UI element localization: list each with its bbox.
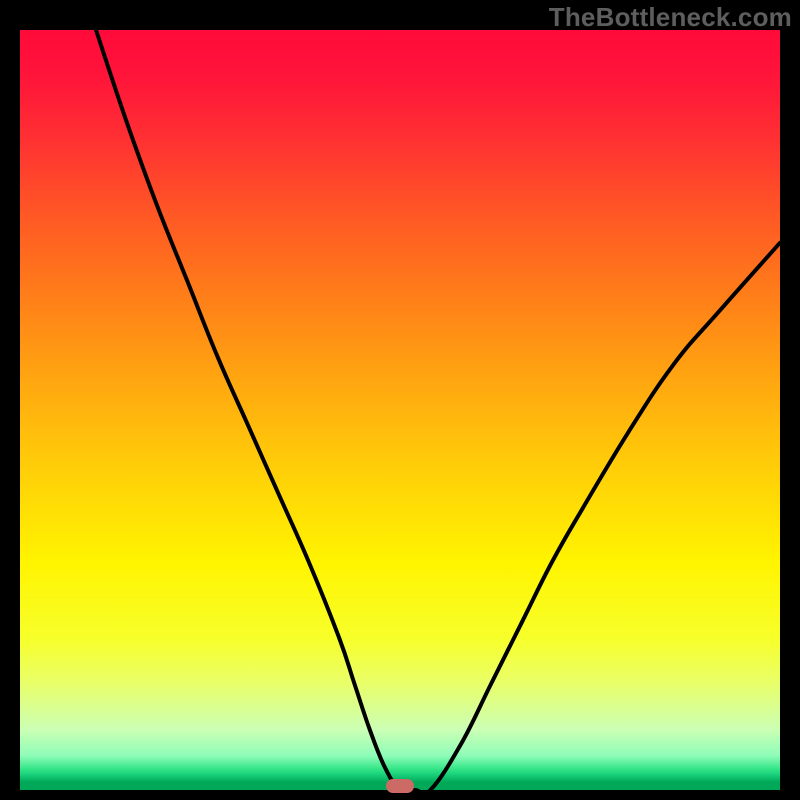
curve-path bbox=[96, 30, 780, 790]
bottleneck-marker bbox=[386, 779, 414, 793]
chart-frame: TheBottleneck.com bbox=[0, 0, 800, 800]
plot-area bbox=[20, 30, 780, 790]
curve-svg bbox=[20, 30, 780, 790]
watermark-text: TheBottleneck.com bbox=[549, 2, 792, 33]
